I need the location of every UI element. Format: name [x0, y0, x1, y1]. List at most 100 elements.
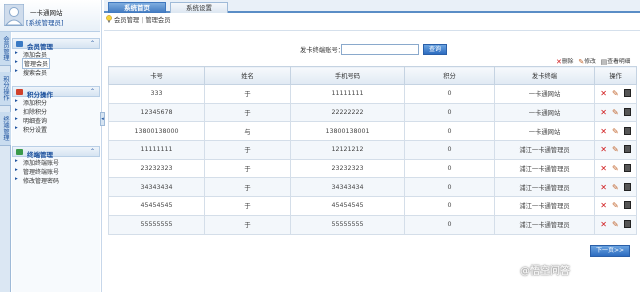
- sidebar-group-members: 会员管理 ⌃ ▸ 添加会员 ▸ 管理会员 ▸ 搜索会员: [12, 38, 100, 77]
- arrow-icon: ▸: [15, 125, 18, 132]
- terminal-account-search-input[interactable]: [341, 44, 419, 55]
- cell-phone: 13800138001: [290, 121, 405, 142]
- delete-icon[interactable]: ✕: [600, 108, 607, 117]
- delete-icon[interactable]: ✕: [600, 201, 607, 210]
- cell-terminal: 浦江一卡通管理员: [494, 196, 595, 216]
- cell-card-no: 23232323: [108, 158, 205, 179]
- delete-icon[interactable]: ✕: [600, 164, 607, 173]
- sidebar-item-search-members[interactable]: ▸ 搜索会员: [12, 68, 100, 77]
- cell-name: 于: [204, 196, 291, 216]
- cell-points: 0: [404, 84, 495, 104]
- column-header-card-no[interactable]: 卡号: [108, 66, 205, 85]
- breadcrumb-item[interactable]: 会员管理: [114, 17, 139, 24]
- view-detail-icon[interactable]: [623, 108, 631, 117]
- view-detail-icon[interactable]: [623, 89, 631, 98]
- sidebar-item-change-password[interactable]: ▸ 修改管理密码: [12, 176, 100, 185]
- table-row: 23232323 于 23232323 0 浦江一卡通管理员 ✕ ✎: [108, 158, 637, 179]
- breadcrumb-item[interactable]: 管理会员: [145, 17, 170, 24]
- sidebar-item-add-terminal[interactable]: ▸ 添加终端账号: [12, 157, 100, 167]
- side-tab-points[interactable]: 积分操作: [0, 72, 11, 106]
- cell-actions: ✕ ✎: [594, 177, 637, 198]
- view-detail-icon[interactable]: [623, 220, 631, 229]
- cell-points: 0: [404, 140, 495, 160]
- cell-actions: ✕ ✎: [594, 196, 637, 216]
- column-header-points[interactable]: 积分: [404, 66, 495, 85]
- delete-icon[interactable]: ✕: [600, 127, 607, 136]
- view-detail-icon[interactable]: [623, 182, 631, 191]
- toolbar-view[interactable]: ▤查看明细: [601, 56, 631, 66]
- side-tab-members[interactable]: 会员管理: [0, 32, 11, 66]
- sidebar-item-add-member[interactable]: ▸ 添加会员: [12, 49, 100, 59]
- cell-points: 0: [404, 177, 495, 198]
- sidebar-item-manage-members[interactable]: ▸ 管理会员: [12, 58, 100, 70]
- edit-icon[interactable]: ✎: [612, 108, 619, 117]
- delete-icon[interactable]: ✕: [600, 220, 607, 229]
- collapse-up-icon[interactable]: ⌃: [90, 148, 95, 155]
- table-row: 55555555 于 55555555 0 浦江一卡通管理员 ✕ ✎: [108, 214, 637, 235]
- sidebar-group-points: 积分操作 ⌃ ▸ 添加积分 ▸ 扣除积分 ▸ 明细查询 ▸ 积分设置: [12, 86, 100, 134]
- sidebar-group-header[interactable]: 终端管理 ⌃: [12, 146, 100, 159]
- arrow-icon: ▸: [15, 58, 18, 65]
- cell-actions: ✕ ✎: [594, 140, 637, 160]
- cell-points: 0: [404, 158, 495, 179]
- sidebar-group-header[interactable]: 会员管理 ⌃: [12, 38, 100, 51]
- arrow-icon: ▸: [15, 49, 18, 56]
- table-row: 12345678 于 22222222 0 一卡通网站 ✕ ✎: [108, 102, 637, 123]
- cell-actions: ✕ ✎: [594, 84, 637, 104]
- next-page-button[interactable]: 下一页>>: [590, 245, 630, 257]
- points-group-icon: [16, 89, 23, 95]
- search-button[interactable]: 查询: [423, 44, 447, 55]
- delete-icon[interactable]: ✕: [600, 89, 607, 98]
- column-header-name[interactable]: 姓名: [204, 66, 291, 85]
- delete-icon[interactable]: ✕: [600, 145, 607, 154]
- cell-terminal: 浦江一卡通管理员: [494, 140, 595, 160]
- toolbar-edit[interactable]: ✎修改: [578, 56, 595, 66]
- arrow-icon: ▸: [15, 97, 18, 104]
- tab-settings[interactable]: 系统设置: [170, 2, 228, 13]
- table-row: 34343434 于 34343434 0 浦江一卡通管理员 ✕ ✎: [108, 177, 637, 198]
- cell-card-no: 11111111: [108, 140, 205, 160]
- edit-icon[interactable]: ✎: [612, 145, 619, 154]
- sidebar: 会员管理 ⌃ ▸ 添加会员 ▸ 管理会员 ▸ 搜索会员 积分操作 ⌃ ▸ 添加积分 ▸ 扣…: [12, 32, 100, 292]
- edit-icon[interactable]: ✎: [612, 183, 619, 192]
- table-row: 45454545 于 45454545 0 浦江一卡通管理员 ✕ ✎: [108, 196, 637, 216]
- edit-icon[interactable]: ✎: [612, 201, 619, 210]
- cell-phone: 12121212: [290, 140, 405, 160]
- edit-icon[interactable]: ✎: [612, 220, 619, 229]
- view-detail-icon[interactable]: [623, 201, 631, 210]
- edit-icon[interactable]: ✎: [612, 127, 619, 136]
- cell-name: 于: [204, 158, 291, 179]
- collapse-up-icon[interactable]: ⌃: [90, 40, 95, 47]
- side-tab-terminals[interactable]: 终端管理: [0, 112, 11, 146]
- members-group-icon: [16, 41, 23, 47]
- sidebar-group-header[interactable]: 积分操作 ⌃: [12, 86, 100, 99]
- collapse-up-icon[interactable]: ⌃: [90, 88, 95, 95]
- delete-icon[interactable]: ✕: [600, 183, 607, 192]
- edit-icon[interactable]: ✎: [612, 89, 619, 98]
- view-detail-icon[interactable]: [623, 145, 631, 154]
- sidebar-item-manage-terminals[interactable]: ▸ 管理终端账号: [12, 166, 100, 176]
- edit-icon[interactable]: ✎: [612, 164, 619, 173]
- sidebar-item-add-points[interactable]: ▸ 添加积分: [12, 97, 100, 107]
- table-row: 11111111 于 12121212 0 浦江一卡通管理员 ✕ ✎: [108, 140, 637, 160]
- sidebar-divider: [101, 0, 102, 292]
- cell-phone: 11111111: [290, 84, 405, 104]
- cell-terminal: 一卡通网站: [494, 84, 595, 104]
- tab-home[interactable]: 系统首页: [108, 2, 166, 13]
- cell-points: 0: [404, 121, 495, 142]
- cell-actions: ✕ ✎: [594, 121, 637, 142]
- cell-actions: ✕ ✎: [594, 158, 637, 179]
- toolbar-delete[interactable]: ✕删除: [556, 56, 573, 66]
- sidebar-item-deduct-points[interactable]: ▸ 扣除积分: [12, 106, 100, 116]
- view-detail-icon[interactable]: [623, 126, 631, 135]
- breadcrumb-divider: [104, 30, 640, 31]
- view-detail-icon[interactable]: [623, 164, 631, 173]
- sidebar-item-points-settings[interactable]: ▸ 积分设置: [12, 125, 100, 134]
- table-row: 13800138000 与 13800138001 0 一卡通网站 ✕ ✎: [108, 121, 637, 142]
- collapse-sidebar-handle[interactable]: ◂: [100, 112, 105, 126]
- sidebar-item-detail-query[interactable]: ▸ 明细查询: [12, 116, 100, 125]
- column-header-phone[interactable]: 手机号码: [290, 66, 405, 85]
- cell-name: 于: [204, 214, 291, 235]
- column-header-terminal[interactable]: 发卡终端: [494, 66, 595, 85]
- arrow-icon: ▸: [15, 116, 18, 123]
